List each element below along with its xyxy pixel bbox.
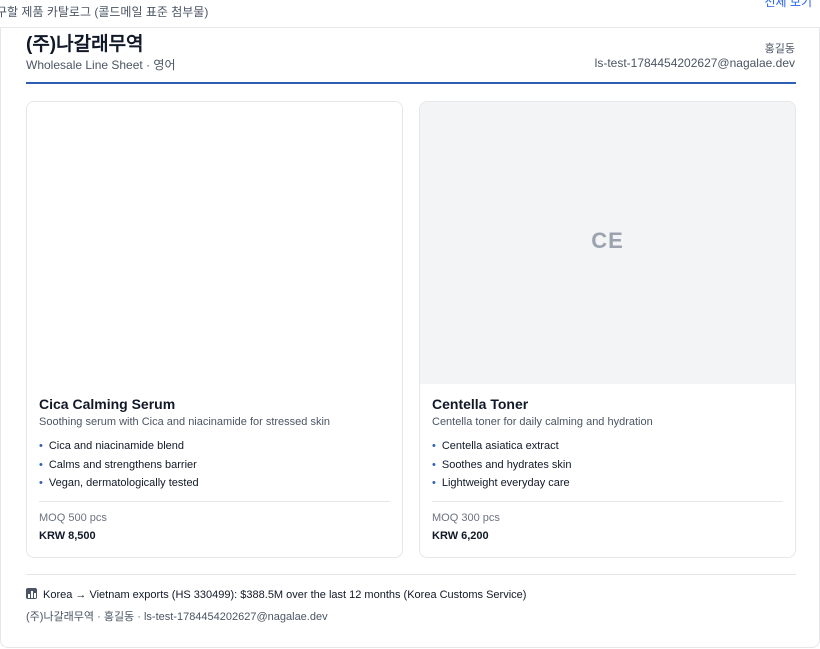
contact-email: ls-test-1784454202627@nagalae.dev (594, 56, 795, 70)
product-name: Centella Toner (432, 396, 529, 412)
product-moq: MOQ 300 pcs (432, 512, 500, 524)
product-card: Cica Calming Serum Soothing serum with C… (26, 101, 403, 558)
bullet-icon: • (432, 440, 436, 452)
product-description: Soothing serum with Cica and niacinamide… (39, 416, 331, 428)
bullet-icon: • (39, 458, 43, 471)
feature-text: Cica and niacinamide blend (48, 440, 185, 452)
product-features: • Centella asiatica extract • Soothes and … (432, 440, 572, 496)
feature-text: Calms and strengthens barrier (48, 458, 197, 471)
feature-item: • Soothes and hydrates skin (432, 459, 572, 478)
feature-text: Centella asiatica extract (441, 440, 559, 452)
footer-contact: (주)나갈래무역 · 홍길동 · ls-test-1784454202627@n… (26, 611, 328, 623)
export-stat: Korea → Vietnam exports (HS 330499): $38… (26, 588, 526, 601)
contact-name: 홍길동 (764, 43, 795, 55)
sheet-subtitle: Wholesale Line Sheet · 영어 (26, 58, 176, 72)
product-moq: MOQ 500 pcs (39, 512, 107, 524)
product-image (27, 102, 402, 384)
bullet-icon: • (432, 477, 436, 489)
feature-item: • Vegan, dermatologically tested (39, 477, 199, 496)
window-header: 구할 제품 카탈로그 (콜드메일 표준 첨부물) 전체 보기 (0, 0, 820, 28)
product-price: KRW 6,200 (432, 530, 489, 542)
bar-chart-icon (26, 588, 37, 599)
product-features: • Cica and niacinamide blend • Calms and s… (39, 440, 199, 496)
feature-text: Soothes and hydrates skin (441, 458, 572, 471)
product-description: Centella toner for daily calming and hyd… (432, 416, 653, 428)
product-image: CE (420, 102, 795, 384)
product-card: CE Centella Toner Centella toner for dai… (419, 101, 796, 558)
product-name: Cica Calming Serum (39, 396, 176, 412)
bullet-icon: • (39, 440, 43, 452)
feature-item: • Centella asiatica extract (432, 440, 572, 459)
feature-item: • Calms and strengthens barrier (39, 459, 199, 478)
product-price: KRW 8,500 (39, 530, 96, 542)
card-divider (39, 501, 390, 502)
line-sheet: (주)나갈래무역 Wholesale Line Sheet · 영어 홍길동 l… (0, 28, 820, 648)
export-stat-text: Korea → Vietnam exports (HS 330499): $38… (43, 589, 527, 601)
view-all-link[interactable]: 전체 보기 (765, 0, 813, 10)
feature-text: Lightweight everyday care (441, 477, 570, 489)
product-image-initials: CE (591, 228, 624, 253)
feature-text: Vegan, dermatologically tested (48, 477, 199, 489)
bullet-icon: • (39, 477, 43, 489)
footer-divider (26, 574, 796, 575)
header-divider (26, 82, 796, 84)
bullet-icon: • (432, 458, 436, 471)
feature-item: • Lightweight everyday care (432, 477, 572, 496)
card-divider (432, 501, 783, 502)
feature-item: • Cica and niacinamide blend (39, 440, 199, 459)
window-title: 구할 제품 카탈로그 (콜드메일 표준 첨부물) (0, 5, 209, 19)
company-name: (주)나갈래무역 (26, 34, 144, 55)
